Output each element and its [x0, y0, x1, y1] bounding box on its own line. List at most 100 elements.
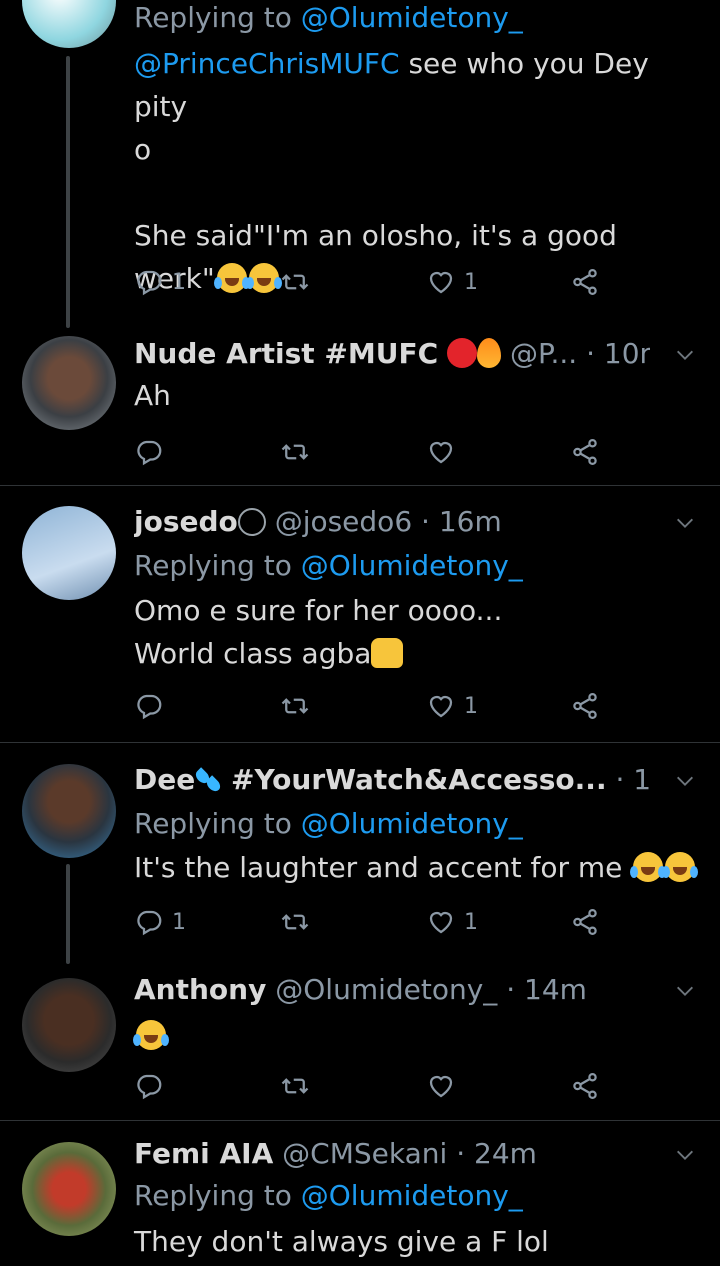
avatar[interactable]: [22, 0, 116, 48]
divider: [0, 1120, 720, 1121]
chevron-down-icon[interactable]: [674, 512, 696, 534]
replying-to: Replying to @Olumidetony_: [134, 807, 523, 840]
tweet-text: Omo e sure for her oooo... World class a…: [134, 594, 503, 670]
chevron-down-icon[interactable]: [674, 980, 696, 1002]
avatar[interactable]: [22, 978, 116, 1072]
thread-line: [66, 56, 70, 328]
reply-button[interactable]: [134, 432, 164, 472]
timestamp: · 14m: [506, 973, 587, 1006]
mention-link[interactable]: @PrinceChrisMUFC: [134, 47, 400, 80]
tweet-item[interactable]: Nude Artist #MUFC @P... · 10m Ah: [0, 332, 720, 482]
like-button[interactable]: [426, 1066, 456, 1106]
display-name[interactable]: josedo: [134, 505, 238, 538]
like-button[interactable]: [426, 432, 456, 472]
timestamp: · 10m: [586, 337, 650, 370]
timestamp: · 24m: [456, 1137, 537, 1170]
reply-button[interactable]: [134, 686, 164, 726]
tweet-header: Anthony @Olumidetony_ · 14m: [134, 968, 650, 1012]
replying-to: Replying to @Olumidetony_: [134, 549, 523, 582]
laughing-emoji-icon: [630, 852, 667, 882]
tweet-actions: [134, 432, 614, 472]
avatar[interactable]: [22, 506, 116, 600]
timestamp: · 16m: [421, 505, 502, 538]
retweet-button[interactable]: [280, 686, 310, 726]
avatar[interactable]: [22, 336, 116, 430]
divider: [0, 742, 720, 743]
chevron-down-icon[interactable]: [674, 344, 696, 366]
tweet-text: They don't always give a F lol: [134, 1225, 549, 1258]
reply-count: 1: [172, 269, 186, 295]
tweet-item[interactable]: Dee #YourWatch&Accesso... · 19m Replying…: [0, 758, 720, 968]
share-button[interactable]: [570, 432, 600, 472]
retweet-icon: [280, 267, 310, 297]
sweat-droplets-icon: [195, 767, 221, 793]
username[interactable]: @CMSekani: [282, 1137, 447, 1170]
replying-to: Replying to @Olumidetony_: [134, 1179, 523, 1212]
display-name[interactable]: Anthony: [134, 973, 266, 1006]
retweet-button[interactable]: [280, 262, 310, 302]
share-button[interactable]: [570, 1066, 600, 1106]
reply-button[interactable]: 1: [134, 262, 186, 302]
tweet-item[interactable]: Replying to @Olumidetony_ @PrinceChrisMU…: [0, 0, 720, 328]
tweet-actions: 1 1: [134, 262, 614, 302]
share-button[interactable]: [570, 262, 600, 302]
tweet-header: Nude Artist #MUFC @P... · 10m: [134, 332, 650, 376]
tweet-text: Ah: [134, 379, 171, 412]
tweet-item[interactable]: Femi AIA @CMSekani · 24m Replying to @Ol…: [0, 1132, 720, 1266]
spider-web-icon: [237, 508, 266, 536]
display-name[interactable]: Femi AIA: [134, 1137, 273, 1170]
tweet-actions: 1: [134, 686, 614, 726]
tweet-text: It's the laughter and accent for me: [134, 846, 699, 889]
chevron-down-icon[interactable]: [674, 770, 696, 792]
like-icon: [426, 907, 456, 937]
tweet-actions: [134, 1066, 614, 1106]
tweet-item[interactable]: Anthony @Olumidetony_ · 14m: [0, 968, 720, 1118]
reply-button[interactable]: [134, 1066, 164, 1106]
tweet-header: Dee #YourWatch&Accesso... · 19m: [134, 758, 650, 802]
reply-to-handle-link[interactable]: @Olumidetony_: [301, 807, 523, 840]
reply-to-handle-link[interactable]: @Olumidetony_: [301, 549, 523, 582]
share-icon: [570, 691, 600, 721]
retweet-icon: [280, 691, 310, 721]
retweet-button[interactable]: [280, 1066, 310, 1106]
share-button[interactable]: [570, 902, 600, 942]
username[interactable]: @P...: [510, 337, 577, 370]
username[interactable]: @Olumidetony_: [275, 973, 497, 1006]
share-button[interactable]: [570, 686, 600, 726]
tweet-header: josedo @josedo6 · 16m: [134, 500, 650, 544]
like-button[interactable]: 1: [426, 902, 478, 942]
display-name[interactable]: Dee: [134, 763, 195, 796]
like-icon: [426, 1071, 456, 1101]
laughing-emoji-icon: [133, 1020, 169, 1050]
like-button[interactable]: 1: [426, 686, 478, 726]
reply-icon: [134, 907, 164, 937]
retweet-icon: [280, 907, 310, 937]
display-name[interactable]: Nude Artist #MUFC: [134, 337, 438, 370]
reply-to-handle-link[interactable]: @Olumidetony_: [301, 1, 523, 34]
chevron-down-icon[interactable]: [674, 1144, 696, 1166]
like-button[interactable]: 1: [426, 262, 478, 302]
avatar[interactable]: [22, 1142, 116, 1236]
share-icon: [570, 437, 600, 467]
reply-icon: [134, 437, 164, 467]
share-icon: [570, 1071, 600, 1101]
reply-icon: [134, 267, 164, 297]
thread-line: [66, 864, 70, 964]
red-circle-icon: [447, 338, 478, 368]
tweet-item[interactable]: josedo @josedo6 · 16m Replying to @Olumi…: [0, 500, 720, 740]
tweet-actions: 1 1: [134, 902, 614, 942]
share-icon: [570, 267, 600, 297]
reply-button[interactable]: 1: [134, 902, 186, 942]
like-icon: [426, 267, 456, 297]
username[interactable]: @josedo6: [275, 505, 412, 538]
like-count: 1: [464, 909, 478, 935]
share-icon: [570, 907, 600, 937]
tweet-text: [133, 1014, 696, 1057]
retweet-icon: [280, 437, 310, 467]
avatar[interactable]: [22, 764, 116, 858]
retweet-button[interactable]: [280, 902, 310, 942]
fire-icon: [477, 338, 502, 368]
reply-icon: [134, 691, 164, 721]
reply-to-handle-link[interactable]: @Olumidetony_: [301, 1179, 523, 1212]
retweet-button[interactable]: [280, 432, 310, 472]
